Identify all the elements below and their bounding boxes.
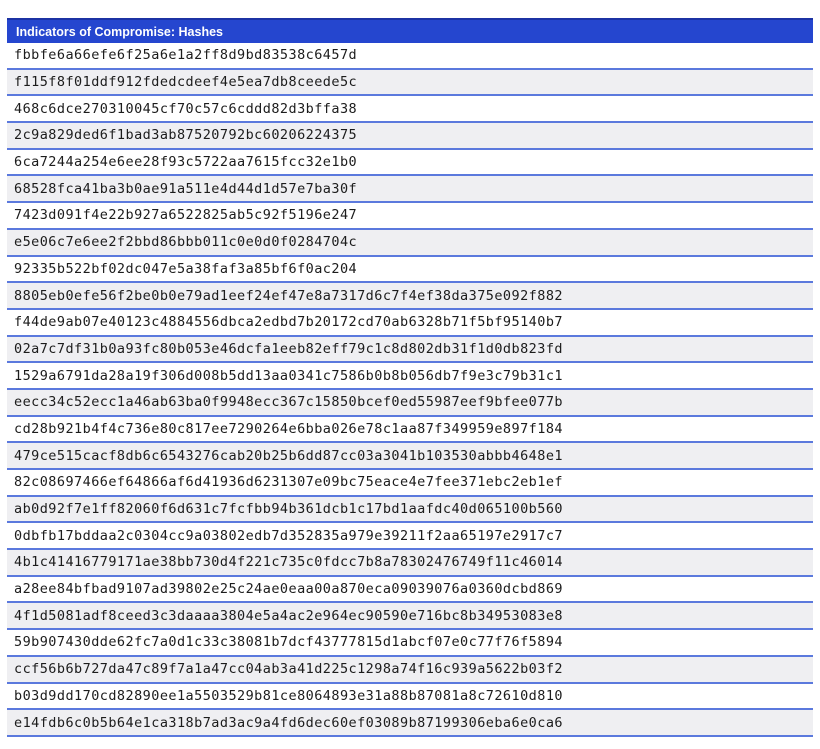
table-title: Indicators of Compromise: Hashes xyxy=(16,25,223,39)
hash-value: 0dbfb17bddaa2c0304cc9a03802edb7d352835a9… xyxy=(14,528,563,544)
hash-value: 1529a6791da28a19f306d008b5dd13aa0341c758… xyxy=(14,368,563,384)
hash-value: 6ca7244a254e6ee28f93c5722aa7615fcc32e1b0 xyxy=(14,154,357,170)
table-row: a28ee84bfbad9107ad39802e25c24ae0eaa00a87… xyxy=(7,577,813,604)
hash-value: 468c6dce270310045cf70c57c6cddd82d3bffa38 xyxy=(14,101,357,117)
hash-value: 68528fca41ba3b0ae91a511e4d44d1d57e7ba30f xyxy=(14,181,357,197)
table-row: 82c08697466ef64866af6d41936d6231307e09bc… xyxy=(7,470,813,497)
hash-value: 4f1d5081adf8ceed3c3daaaa3804e5a4ac2e964e… xyxy=(14,608,563,624)
table-row: e14fdb6c0b5b64e1ca318b7ad3ac9a4fd6dec60e… xyxy=(7,710,813,737)
hash-value: 4b1c41416779171ae38bb730d4f221c735c0fdcc… xyxy=(14,554,563,570)
table-row: ab0d92f7e1ff82060f6d631c7fcfbb94b361dcb1… xyxy=(7,497,813,524)
table-row: 7423d091f4e22b927a6522825ab5c92f5196e247 xyxy=(7,203,813,230)
hash-value: 479ce515cacf8db6c6543276cab20b25b6dd87cc… xyxy=(14,448,563,464)
table-row: 2c9a829ded6f1bad3ab87520792bc60206224375 xyxy=(7,123,813,150)
hash-value: f115f8f01ddf912fdedcdeef4e5ea7db8ceede5c xyxy=(14,74,357,90)
hash-value: 8805eb0efe56f2be0b0e79ad1eef24ef47e8a731… xyxy=(14,288,563,304)
table-row: 92335b522bf02dc047e5a38faf3a85bf6f0ac204 xyxy=(7,257,813,284)
ioc-table: Indicators of Compromise: Hashes fbbfe6a… xyxy=(0,0,820,737)
hash-value: 59b907430dde62fc7a0d1c33c38081b7dcf43777… xyxy=(14,634,563,650)
table-row: 479ce515cacf8db6c6543276cab20b25b6dd87cc… xyxy=(7,443,813,470)
hash-value: e5e06c7e6ee2f2bbd86bbb011c0e0d0f0284704c xyxy=(14,234,357,250)
hash-rows: fbbfe6a66efe6f25a6e1a2ff8d9bd83538c6457d… xyxy=(7,43,813,737)
table-row: fbbfe6a66efe6f25a6e1a2ff8d9bd83538c6457d xyxy=(7,43,813,70)
table-row: f115f8f01ddf912fdedcdeef4e5ea7db8ceede5c xyxy=(7,70,813,97)
hash-value: cd28b921b4f4c736e80c817ee7290264e6bba026… xyxy=(14,421,563,437)
table-row: 8805eb0efe56f2be0b0e79ad1eef24ef47e8a731… xyxy=(7,283,813,310)
table-row: eecc34c52ecc1a46ab63ba0f9948ecc367c15850… xyxy=(7,390,813,417)
hash-value: fbbfe6a66efe6f25a6e1a2ff8d9bd83538c6457d xyxy=(14,47,357,63)
table-row: e5e06c7e6ee2f2bbd86bbb011c0e0d0f0284704c xyxy=(7,230,813,257)
hash-value: eecc34c52ecc1a46ab63ba0f9948ecc367c15850… xyxy=(14,394,563,410)
table-row: 4b1c41416779171ae38bb730d4f221c735c0fdcc… xyxy=(7,550,813,577)
hash-value: f44de9ab07e40123c4884556dbca2edbd7b20172… xyxy=(14,314,563,330)
hash-value: 92335b522bf02dc047e5a38faf3a85bf6f0ac204 xyxy=(14,261,357,277)
hash-value: 7423d091f4e22b927a6522825ab5c92f5196e247 xyxy=(14,207,357,223)
hash-value: ccf56b6b727da47c89f7a1a47cc04ab3a41d225c… xyxy=(14,661,563,677)
table-header: Indicators of Compromise: Hashes xyxy=(7,18,813,43)
hash-value: 2c9a829ded6f1bad3ab87520792bc60206224375 xyxy=(14,127,357,143)
table-row: 6ca7244a254e6ee28f93c5722aa7615fcc32e1b0 xyxy=(7,150,813,177)
table-row: 1529a6791da28a19f306d008b5dd13aa0341c758… xyxy=(7,363,813,390)
table-row: 468c6dce270310045cf70c57c6cddd82d3bffa38 xyxy=(7,96,813,123)
hash-value: 02a7c7df31b0a93fc80b053e46dcfa1eeb82eff7… xyxy=(14,341,563,357)
hash-value: a28ee84bfbad9107ad39802e25c24ae0eaa00a87… xyxy=(14,581,563,597)
table-row: ccf56b6b727da47c89f7a1a47cc04ab3a41d225c… xyxy=(7,657,813,684)
hash-value: b03d9dd170cd82890ee1a5503529b81ce8064893… xyxy=(14,688,563,704)
table-row: 68528fca41ba3b0ae91a511e4d44d1d57e7ba30f xyxy=(7,176,813,203)
hash-value: ab0d92f7e1ff82060f6d631c7fcfbb94b361dcb1… xyxy=(14,501,563,517)
table-row: 59b907430dde62fc7a0d1c33c38081b7dcf43777… xyxy=(7,630,813,657)
table-row: 0dbfb17bddaa2c0304cc9a03802edb7d352835a9… xyxy=(7,523,813,550)
table-row: 4f1d5081adf8ceed3c3daaaa3804e5a4ac2e964e… xyxy=(7,603,813,630)
table-row: f44de9ab07e40123c4884556dbca2edbd7b20172… xyxy=(7,310,813,337)
table-row: b03d9dd170cd82890ee1a5503529b81ce8064893… xyxy=(7,684,813,711)
hash-value: 82c08697466ef64866af6d41936d6231307e09bc… xyxy=(14,474,563,490)
table-row: cd28b921b4f4c736e80c817ee7290264e6bba026… xyxy=(7,417,813,444)
hash-value: e14fdb6c0b5b64e1ca318b7ad3ac9a4fd6dec60e… xyxy=(14,715,563,731)
table-row: 02a7c7df31b0a93fc80b053e46dcfa1eeb82eff7… xyxy=(7,337,813,364)
